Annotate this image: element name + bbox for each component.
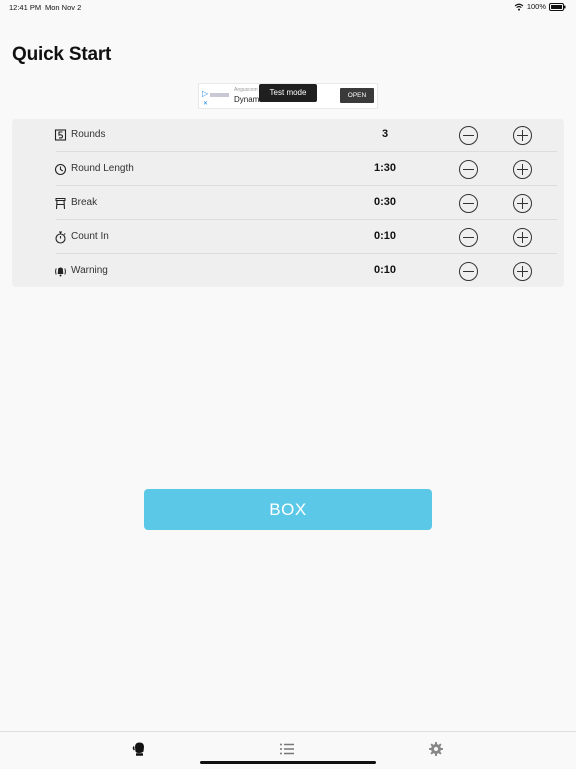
ad-open-button[interactable]: OPEN	[340, 88, 374, 103]
setting-row-round-length: Round Length 1:30	[12, 153, 564, 186]
setting-label: Round Length	[71, 163, 134, 174]
setting-value: 0:10	[373, 230, 397, 242]
list-icon[interactable]	[279, 741, 295, 757]
ad-close-icon[interactable]: ✕	[203, 100, 208, 107]
rounds-icon	[54, 129, 68, 142]
gear-icon[interactable]	[428, 741, 444, 757]
box-start-button[interactable]: BOX	[144, 489, 432, 530]
clock-icon	[54, 163, 68, 176]
setting-label: Warning	[71, 265, 108, 276]
decrease-count-in-button[interactable]	[459, 228, 478, 247]
setting-label: Count In	[71, 231, 109, 242]
stool-icon	[54, 197, 68, 210]
setting-value: 0:10	[373, 264, 397, 276]
stopwatch-icon	[54, 231, 68, 244]
decrease-round-length-button[interactable]	[459, 160, 478, 179]
setting-label: Break	[71, 197, 98, 208]
setting-label: Rounds	[71, 129, 106, 140]
status-indicators: 100%	[514, 2, 566, 11]
setting-value: 1:30	[373, 162, 397, 174]
battery-icon	[549, 2, 566, 11]
status-bar: 12:41 PM Mon Nov 2 100%	[0, 0, 576, 16]
setting-value: 0:30	[373, 196, 397, 208]
warning-bell-icon	[54, 265, 68, 278]
boxing-glove-icon[interactable]	[131, 741, 147, 757]
ad-test-mode-label: Test mode	[259, 84, 317, 102]
ad-choices-icon[interactable]: ▷	[202, 90, 208, 98]
home-indicator	[200, 761, 376, 764]
ad-banner[interactable]: ▷ ✕ Anguscom Dynam s Test mode OPEN	[198, 83, 378, 109]
status-time: 12:41 PM	[9, 3, 42, 12]
setting-row-count-in: Count In 0:10	[12, 221, 564, 254]
decrease-warning-button[interactable]	[459, 262, 478, 281]
ad-thumbnail	[210, 93, 229, 97]
ad-advertiser: Anguscom	[234, 87, 258, 93]
setting-value: 3	[381, 128, 389, 140]
wifi-icon	[514, 3, 524, 11]
setting-row-break: Break 0:30	[12, 187, 564, 220]
status-date: Mon Nov 2	[45, 3, 82, 12]
setting-row-rounds: Rounds 3	[12, 119, 564, 152]
increase-break-button[interactable]	[513, 194, 532, 213]
page-title: Quick Start	[12, 44, 112, 65]
increase-warning-button[interactable]	[513, 262, 532, 281]
increase-round-length-button[interactable]	[513, 160, 532, 179]
setting-row-warning: Warning 0:10	[12, 255, 564, 288]
decrease-break-button[interactable]	[459, 194, 478, 213]
settings-card: Rounds 3 Round Length 1:30 Break 0:30 Co…	[12, 119, 564, 287]
battery-percent: 100%	[526, 2, 546, 11]
decrease-rounds-button[interactable]	[459, 126, 478, 145]
increase-count-in-button[interactable]	[513, 228, 532, 247]
increase-rounds-button[interactable]	[513, 126, 532, 145]
